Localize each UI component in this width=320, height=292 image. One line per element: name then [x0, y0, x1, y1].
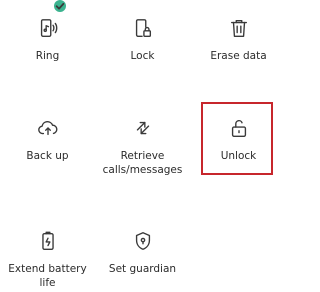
lock-option[interactable]: Lock [95, 16, 190, 63]
extend-battery-life-label: Extend battery life [8, 263, 87, 289]
extend-battery-life-option[interactable]: Extend battery life [0, 229, 95, 290]
arrows-exchange-icon [131, 116, 155, 140]
shield-icon [131, 229, 155, 253]
battery-icon [36, 229, 60, 253]
check-icon [53, 0, 66, 12]
phone-lock-icon [131, 16, 155, 40]
find-my-mobile-options-grid: Ring Lock Erase data Back up Retrieve ca… [0, 0, 286, 292]
ring-label: Ring [35, 50, 60, 62]
retrieve-calls-messages-label: Retrieve calls/messages [102, 150, 183, 176]
back-up-option[interactable]: Back up [0, 116, 95, 163]
unlock-highlight-box [201, 102, 273, 175]
cloud-upload-icon [36, 116, 60, 140]
ring-option[interactable]: Ring [0, 0, 95, 63]
trash-icon [227, 16, 251, 40]
erase-data-option[interactable]: Erase data [191, 16, 286, 63]
back-up-label: Back up [26, 150, 69, 162]
erase-data-label: Erase data [210, 50, 267, 62]
set-guardian-option[interactable]: Set guardian [95, 229, 190, 276]
retrieve-calls-messages-option[interactable]: Retrieve calls/messages [95, 116, 190, 177]
set-guardian-label: Set guardian [108, 263, 177, 275]
phone-ring-icon [36, 0, 66, 40]
lock-label: Lock [130, 50, 155, 62]
